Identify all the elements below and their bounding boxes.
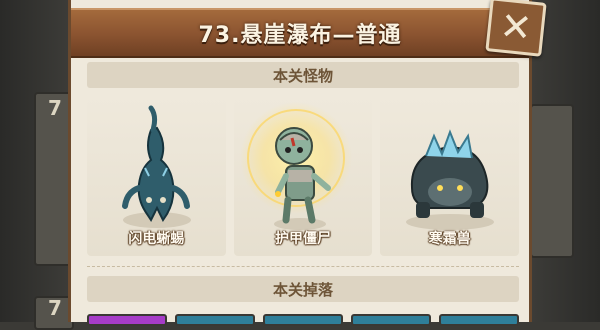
monster-card[interactable]: 护甲僵尸 xyxy=(233,96,373,256)
close-icon: ✕ xyxy=(497,3,535,51)
section-divider xyxy=(87,266,519,267)
monsters-section-title: 本关怪物 xyxy=(272,66,333,85)
drop-item-slot[interactable] xyxy=(439,314,519,326)
monster-card[interactable]: 闪电蜥蜴 xyxy=(87,96,226,256)
drop-item-slot[interactable] xyxy=(263,314,343,326)
monster-name: 闪电蜥蜴 xyxy=(128,231,185,247)
monsters-section-header: 本关怪物 xyxy=(87,62,519,88)
background-level-number: 7 xyxy=(48,96,62,120)
drop-list xyxy=(87,314,519,326)
close-button[interactable]: ✕ xyxy=(485,0,547,57)
title-bar: 73.悬崖瀑布—普通 xyxy=(71,8,529,58)
monster-list: 闪电蜥蜴 护甲僵尸 寒霜兽 xyxy=(87,96,520,256)
monster-name: 护甲僵尸 xyxy=(275,231,331,247)
background-level-card xyxy=(530,104,574,258)
drops-section-title: 本关掉落 xyxy=(272,280,333,299)
drop-item-slot[interactable] xyxy=(87,314,167,326)
monster-card[interactable]: 寒霜兽 xyxy=(380,96,520,256)
drops-section-header: 本关掉落 xyxy=(87,276,519,302)
monster-name: 寒霜兽 xyxy=(428,231,471,247)
background-level-number: 7 xyxy=(48,296,62,320)
level-info-modal: 73.悬崖瀑布—普通 本关怪物 闪电蜥蜴 护甲僵尸 寒霜兽 本关掉落 xyxy=(68,0,532,326)
drop-item-slot[interactable] xyxy=(175,314,255,326)
drop-item-slot[interactable] xyxy=(351,314,431,326)
level-title: 73.悬崖瀑布—普通 xyxy=(198,23,402,48)
